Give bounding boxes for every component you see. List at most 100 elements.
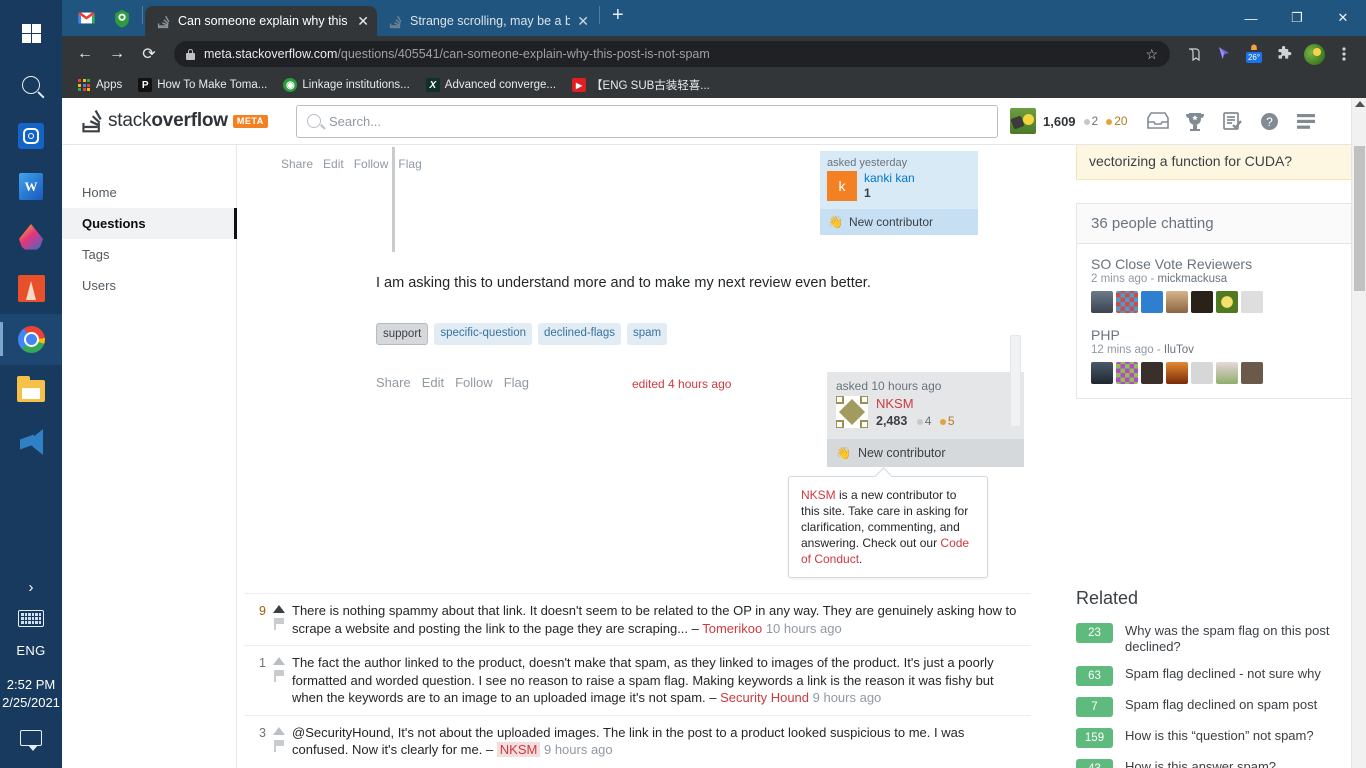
action-center-icon[interactable]: [20, 730, 42, 751]
start-button[interactable]: [0, 8, 62, 59]
keyboard-icon[interactable]: [18, 610, 44, 627]
silver-badge-count[interactable]: 2: [1083, 114, 1098, 128]
avatar[interactable]: [1241, 291, 1263, 313]
tab-1-close-icon[interactable]: ✕: [577, 14, 589, 28]
avatar[interactable]: [1116, 362, 1138, 384]
taskbar-instagram[interactable]: [0, 110, 62, 161]
avatar[interactable]: [1241, 362, 1263, 384]
related-item[interactable]: 159 How is this “question” not spam?: [1076, 728, 1366, 748]
taskbar-sketch[interactable]: [0, 263, 62, 314]
comment-author[interactable]: Tomerikoo: [702, 621, 762, 636]
sidebar-item-users[interactable]: Users: [62, 270, 236, 301]
search-input[interactable]: Search...: [296, 104, 998, 138]
avatar[interactable]: [1091, 362, 1113, 384]
comment-author[interactable]: Security Hound: [720, 690, 809, 705]
taskbar-chrome[interactable]: [0, 314, 62, 365]
profile-icon[interactable]: [1300, 40, 1328, 68]
tab-0[interactable]: Can someone explain why this po ✕: [145, 6, 377, 36]
comment-time[interactable]: 10 hours ago: [762, 621, 842, 636]
minimize-button[interactable]: —: [1228, 0, 1274, 36]
tray-expand-button[interactable]: ›: [29, 567, 34, 610]
chat-room[interactable]: PHP 12 mins ago - IluTov: [1091, 327, 1363, 384]
tag-support[interactable]: support: [376, 323, 429, 345]
owner-new-contributor-badge[interactable]: 👋 New contributor: [827, 439, 1024, 467]
edited-timestamp[interactable]: edited 4 hours ago: [632, 377, 731, 391]
extensions-icon[interactable]: [1270, 40, 1298, 68]
user-reputation[interactable]: 1,609: [1043, 114, 1076, 129]
bookmark-3[interactable]: X Advanced converge...: [419, 76, 563, 94]
asker-card[interactable]: asked yesterday k kanki kan 1 👋 New cont…: [820, 151, 978, 235]
weather-icon[interactable]: ☗ 26°: [1240, 40, 1268, 68]
language-indicator[interactable]: ENG: [16, 643, 45, 658]
taskbar-vscode[interactable]: [0, 416, 62, 467]
related-item[interactable]: 7 Spam flag declined on spam post: [1076, 697, 1366, 717]
gold-badge-count[interactable]: 20: [1106, 114, 1128, 128]
achievements-icon[interactable]: [1177, 103, 1214, 139]
chat-room[interactable]: SO Close Vote Reviewers 2 mins ago - mic…: [1091, 256, 1363, 313]
owner-avatar[interactable]: [835, 395, 869, 429]
taskbar-search-button[interactable]: [0, 59, 62, 110]
post-scrollbar-thumb[interactable]: [1010, 335, 1021, 427]
bookmark-2[interactable]: ◉ Linkage institutions...: [276, 76, 416, 94]
avatar[interactable]: [1216, 362, 1238, 384]
related-link[interactable]: How is this answer spam?: [1125, 759, 1276, 768]
related-item[interactable]: 23 Why was the spam flag on this post dec…: [1076, 623, 1366, 655]
comment-flag-icon[interactable]: [274, 739, 284, 752]
scroll-up-arrow-icon[interactable]: [1355, 101, 1365, 107]
chat-room-name[interactable]: PHP: [1091, 327, 1363, 343]
comment-upvote-icon[interactable]: [273, 605, 285, 613]
address-bar[interactable]: meta.stackoverflow.com/questions/405541/…: [174, 41, 1170, 67]
asker-new-contributor-badge[interactable]: 👋 New contributor: [820, 209, 978, 235]
taskbar-paint3d[interactable]: [0, 212, 62, 263]
edit-link[interactable]: Edit: [323, 157, 344, 171]
menu-icon[interactable]: [1330, 40, 1358, 68]
tab-0-close-icon[interactable]: ✕: [357, 14, 369, 28]
chat-room-user[interactable]: mickmackusa: [1158, 273, 1228, 285]
clock[interactable]: 2:52 PM 2/25/2021: [2, 676, 60, 712]
share-link[interactable]: Share: [281, 157, 313, 171]
tag-specific-question[interactable]: specific-question: [434, 323, 533, 345]
share-link[interactable]: Share: [376, 375, 411, 390]
related-link[interactable]: Spam flag declined - not sure why: [1125, 666, 1321, 682]
gmail-shortcut[interactable]: [68, 0, 104, 36]
tag-declined-flags[interactable]: declined-flags: [538, 323, 621, 345]
hot-question-box[interactable]: vectorizing a function for CUDA?: [1076, 145, 1366, 180]
related-link[interactable]: Spam flag declined on spam post: [1125, 697, 1317, 713]
comment-upvote-icon[interactable]: [273, 726, 285, 735]
sidebar-item-tags[interactable]: Tags: [62, 239, 236, 270]
forward-button[interactable]: →: [102, 39, 132, 69]
related-link[interactable]: How is this “question” not spam?: [1125, 728, 1314, 744]
bookmark-4[interactable]: ▶ 【ENG SUB古装轻喜...: [565, 75, 717, 95]
maximize-button[interactable]: ❐: [1274, 0, 1320, 36]
avatar[interactable]: [1216, 291, 1238, 313]
inbox-icon[interactable]: [1140, 103, 1177, 139]
avatar[interactable]: [1141, 362, 1163, 384]
owner-name[interactable]: NKSM: [876, 396, 955, 412]
avatar[interactable]: [1191, 362, 1213, 384]
owner-card[interactable]: asked 10 hours ago NKSM 2,483 4 5 👋 New …: [827, 372, 1024, 467]
avatar[interactable]: [1166, 291, 1188, 313]
new-tab-button[interactable]: +: [602, 5, 634, 31]
comment-author[interactable]: NKSM: [496, 742, 541, 757]
comment-time[interactable]: 9 hours ago: [809, 690, 882, 705]
edit-link[interactable]: Edit: [422, 375, 444, 390]
avatar[interactable]: [1191, 291, 1213, 313]
related-link[interactable]: Why was the spam flag on this post decli…: [1125, 623, 1366, 655]
vivaldi-shortcut[interactable]: [104, 0, 140, 36]
chat-room-name[interactable]: SO Close Vote Reviewers: [1091, 256, 1363, 272]
related-item[interactable]: 43 How is this answer spam?: [1076, 759, 1366, 768]
flag-link[interactable]: Flag: [398, 157, 421, 171]
bookmark-apps[interactable]: Apps: [70, 76, 129, 94]
avatar[interactable]: [1141, 291, 1163, 313]
reload-button[interactable]: ⟳: [134, 39, 164, 69]
avatar[interactable]: [1166, 362, 1188, 384]
comment-flag-icon[interactable]: [274, 618, 284, 630]
sidebar-item-home[interactable]: Home: [62, 177, 236, 208]
page-scrollbar-thumb[interactable]: [1354, 146, 1365, 291]
user-avatar[interactable]: [1010, 108, 1036, 134]
taskbar-file-explorer[interactable]: [0, 365, 62, 416]
back-button[interactable]: ←: [70, 39, 100, 69]
comment-upvote-icon[interactable]: [273, 657, 285, 665]
reading-list-icon[interactable]: [1180, 40, 1208, 68]
comment-time[interactable]: 9 hours ago: [540, 742, 613, 757]
